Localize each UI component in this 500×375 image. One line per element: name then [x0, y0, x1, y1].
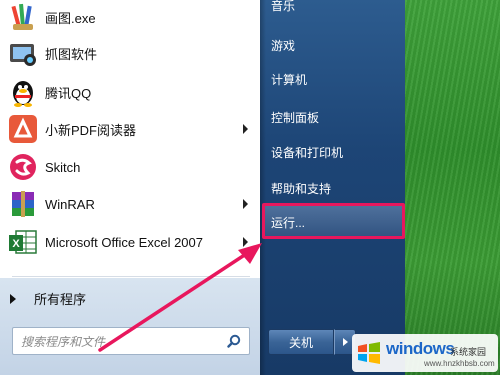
watermark-brand: windows: [386, 339, 455, 358]
windows-logo-icon: [356, 340, 382, 366]
program-winrar[interactable]: WinRAR: [8, 187, 258, 221]
pdf-reader-icon: [8, 114, 38, 144]
link-control-panel[interactable]: 控制面板: [271, 109, 319, 126]
shutdown-button[interactable]: 关机: [268, 329, 334, 355]
program-label: Microsoft Office Excel 2007: [45, 234, 203, 250]
program-paint[interactable]: 画图.exe: [8, 0, 258, 34]
search-input[interactable]: [19, 332, 223, 352]
program-label: 抓图软件: [45, 46, 98, 62]
submenu-arrow-icon: [243, 237, 248, 247]
search-icon[interactable]: [227, 334, 241, 348]
link-devices-printers[interactable]: 设备和打印机: [271, 144, 343, 161]
program-label: 小新PDF阅读器: [45, 122, 137, 138]
winrar-icon: [8, 189, 38, 219]
link-games[interactable]: 游戏: [271, 37, 295, 54]
link-run[interactable]: 运行...: [271, 214, 305, 231]
watermark-url: www.hnzkhbsb.com: [424, 359, 495, 368]
search-box[interactable]: [12, 327, 250, 355]
separator: [12, 276, 250, 277]
program-label: WinRAR: [45, 196, 95, 212]
all-programs-button[interactable]: 所有程序: [10, 289, 86, 308]
qq-penguin-icon: [8, 77, 38, 107]
shutdown-label: 关机: [288, 335, 313, 350]
submenu-arrow-icon: [243, 199, 248, 209]
screenshot-tool-icon: [8, 38, 38, 68]
submenu-arrow-icon: [243, 124, 248, 134]
excel-icon: X: [8, 227, 38, 257]
program-excel[interactable]: X Microsoft Office Excel 2007: [8, 225, 258, 259]
link-music[interactable]: 音乐: [271, 0, 295, 14]
desktop-background: [400, 0, 500, 375]
program-screenshot-tool[interactable]: 抓图软件: [8, 36, 258, 70]
watermark: windows 系统家园 www.hnzkhbsb.com: [352, 334, 498, 372]
program-skitch[interactable]: Skitch: [8, 150, 258, 184]
expand-arrow-icon: [10, 293, 16, 304]
link-help-support[interactable]: 帮助和支持: [271, 180, 331, 197]
watermark-sub: 系统家园: [450, 347, 487, 357]
paint-icon: [8, 2, 38, 32]
program-label: 画图.exe: [45, 10, 96, 26]
program-label: 腾讯QQ: [45, 85, 92, 101]
program-pdf-reader[interactable]: 小新PDF阅读器: [8, 112, 258, 146]
link-computer[interactable]: 计算机: [271, 71, 307, 88]
all-programs-label: 所有程序: [34, 292, 87, 307]
program-label: Skitch: [45, 159, 81, 175]
skitch-icon: [8, 152, 38, 182]
program-qq[interactable]: 腾讯QQ: [8, 75, 258, 109]
svg-text:X: X: [12, 238, 20, 250]
